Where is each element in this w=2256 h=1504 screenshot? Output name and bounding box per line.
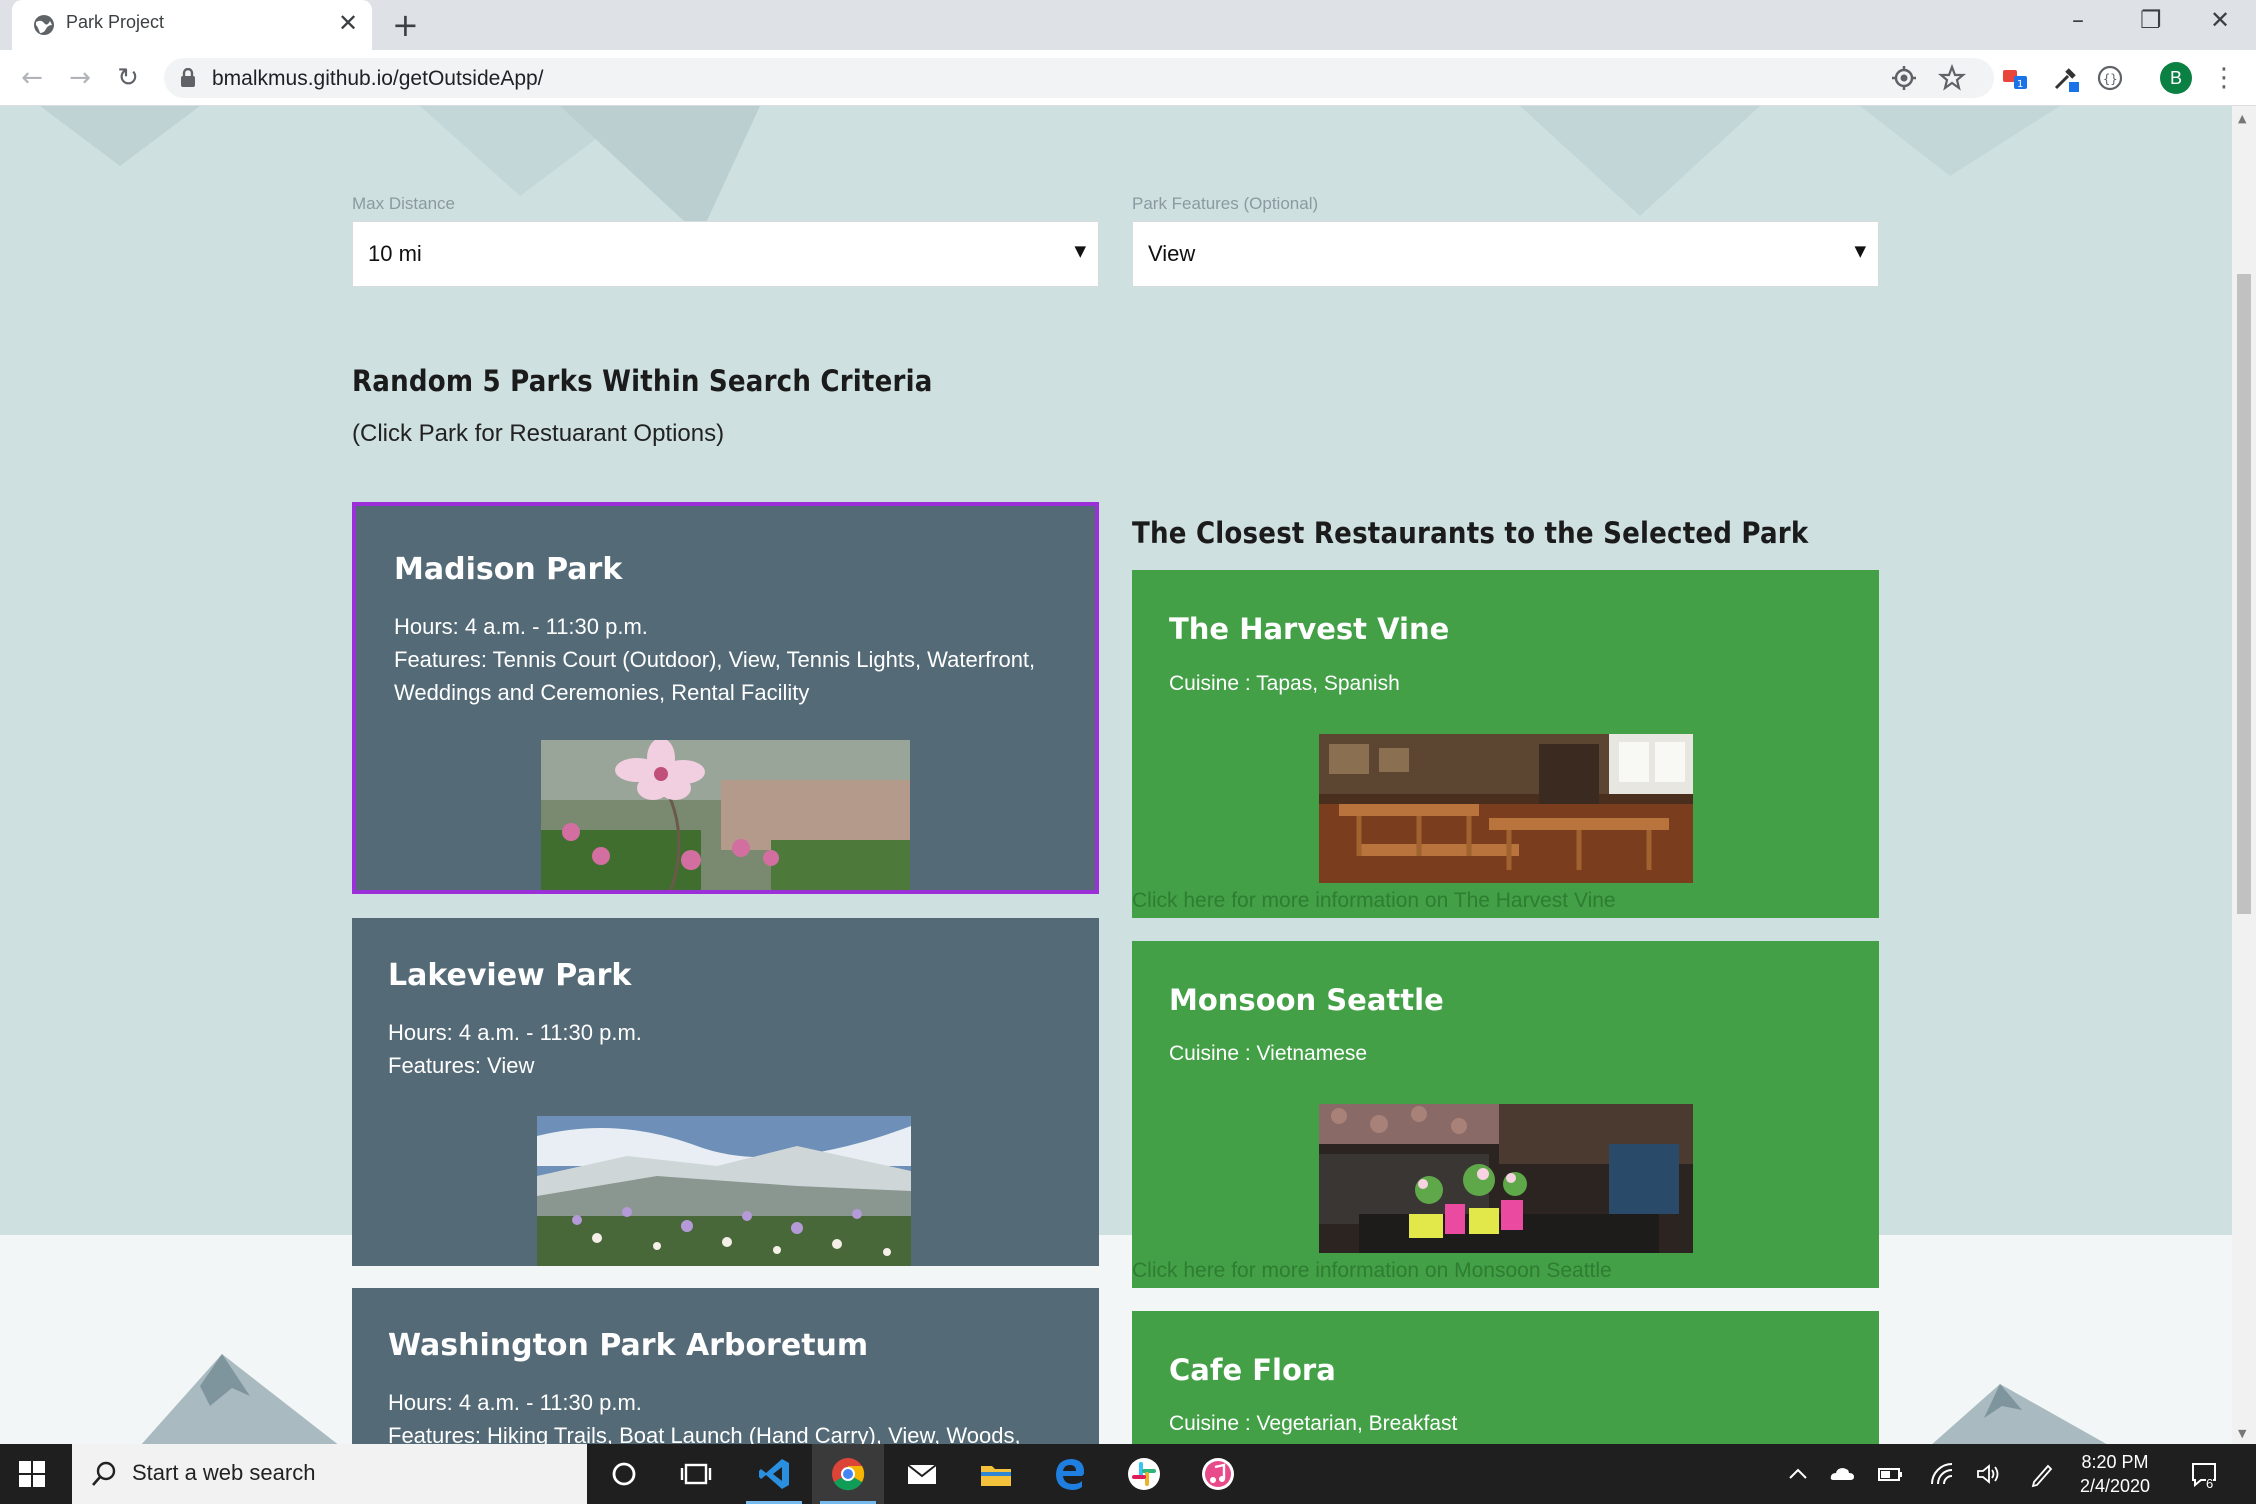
park-hours: Hours: 4 a.m. - 11:30 p.m. [388,1020,642,1045]
restaurant-photo [1319,734,1693,883]
page-content: Max Distance 10 mi ▼ Park Features (Opti… [0,106,2232,1444]
restaurant-name: Monsoon Seattle [1169,983,1444,1017]
back-icon[interactable]: ← [16,62,48,94]
max-distance-value: 10 mi [368,241,422,266]
mountain-backdrop-icon [40,106,2060,236]
taskbar-search[interactable]: Start a web search [72,1444,587,1504]
restaurant-photo [1319,1104,1693,1253]
restaurant-cuisine: Cuisine : Tapas, Spanish [1169,672,1400,695]
edge-icon[interactable] [1034,1444,1106,1504]
wifi-icon[interactable] [1928,1460,1956,1488]
onedrive-icon[interactable] [1828,1460,1856,1488]
max-distance-label: Max Distance [352,194,455,213]
park-hours: Hours: 4 a.m. - 11:30 p.m. [394,614,648,639]
cortana-icon[interactable] [588,1444,660,1504]
park-name: Madison Park [394,552,623,587]
park-photo [537,1116,911,1266]
itunes-icon[interactable] [1182,1444,1254,1504]
clock-time: 8:20 PM [2081,1452,2149,1472]
parks-heading: Random 5 Parks Within Search Criteria [352,364,933,398]
restaurants-heading: The Closest Restaurants to the Selected … [1132,516,1809,550]
mountain-right-icon [1932,1384,2107,1444]
battery-icon[interactable] [1876,1460,1904,1488]
close-tab-icon[interactable]: ✕ [338,9,358,37]
park-card-washington[interactable]: Washington Park Arboretum Hours: 4 a.m. … [352,1288,1099,1444]
park-features: Features: View [388,1053,535,1078]
chevron-down-icon: ▼ [1074,242,1086,260]
chevron-down-icon: ▼ [1854,242,1866,260]
globe-icon [34,15,54,35]
restaurant-card-monsoon: Monsoon Seattle Cuisine : Vietnamese Cli… [1132,941,1879,1288]
address-bar[interactable]: bmalkmus.github.io/getOutsideApp/ [164,58,1994,98]
file-explorer-icon[interactable] [960,1444,1032,1504]
restaurant-name: Cafe Flora [1169,1353,1336,1387]
restore-icon[interactable]: ❐ [2140,6,2162,34]
park-features: Features: Tennis Court (Outdoor), View, … [394,647,1036,705]
max-distance-select[interactable]: 10 mi ▼ [352,221,1099,287]
restaurant-cuisine: Cuisine : Vegetarian, Breakfast [1169,1412,1458,1435]
vscode-icon[interactable] [738,1444,810,1504]
restaurant-card-harvest-vine: The Harvest Vine Cuisine : Tapas, Spanis… [1132,570,1879,918]
notification-center-icon[interactable] [2190,1460,2218,1488]
chrome-icon[interactable] [812,1444,884,1504]
pen-icon[interactable] [2028,1460,2056,1488]
scroll-up-icon[interactable]: ▲ [2238,112,2246,125]
scroll-down-icon[interactable]: ▼ [2238,1427,2246,1440]
slack-icon[interactable] [1108,1444,1180,1504]
kebab-menu-icon[interactable]: ⋮ [2208,62,2240,94]
restaurant-link[interactable]: Click here for more information on Monso… [1132,1259,1612,1283]
restaurant-name: The Harvest Vine [1169,612,1450,646]
forward-icon[interactable]: → [64,62,96,94]
notification-count-badge: 6 [2206,1476,2214,1491]
minimize-icon[interactable]: – [2072,6,2084,34]
new-tab-icon[interactable]: + [392,6,419,44]
search-placeholder: Start a web search [132,1460,316,1485]
close-window-icon[interactable]: ✕ [2210,6,2230,34]
lock-icon [181,68,195,87]
tab-title: Park Project [66,12,165,32]
windows-start-icon[interactable] [18,1460,46,1488]
park-hours: Hours: 4 a.m. - 11:30 p.m. [388,1390,642,1415]
parks-subheading: (Click Park for Restuarant Options) [352,420,725,447]
clock-date: 2/4/2020 [2080,1476,2151,1496]
show-hidden-icons-chevron-icon[interactable] [1784,1460,1812,1488]
search-icon [92,1461,116,1486]
restaurant-card-cafe-flora: Cafe Flora Cuisine : Vegetarian, Breakfa… [1132,1311,1879,1444]
profile-avatar[interactable]: B [2160,62,2192,94]
park-name: Washington Park Arboretum [388,1328,869,1363]
park-features: Features: Hiking Trails, Boat Launch (Ha… [388,1423,1021,1444]
park-card-lakeview[interactable]: Lakeview Park Hours: 4 a.m. - 11:30 p.m.… [352,918,1099,1266]
park-features-value: View [1148,241,1196,266]
reload-icon[interactable]: ↻ [112,62,144,94]
browser-tab[interactable]: Park Project ✕ [12,0,372,50]
park-features-label: Park Features (Optional) [1132,194,1319,213]
task-view-icon[interactable] [660,1444,732,1504]
mail-icon[interactable] [886,1444,958,1504]
browser-toolbar: ← → ↻ bmalkmus.github.io/getOutsideApp/ … [0,50,2256,106]
park-name: Lakeview Park [388,958,632,993]
svg-text:{}: {} [2103,72,2117,86]
mountain-left-icon [141,1354,338,1444]
restaurant-link[interactable]: Click here for more information on The H… [1132,889,1616,913]
volume-icon[interactable] [1974,1460,2002,1488]
park-card-madison[interactable]: Madison Park Hours: 4 a.m. - 11:30 p.m. … [352,502,1099,894]
taskbar-clock[interactable]: 8:20 PM 2/4/2020 [2080,1450,2150,1498]
page-scrollbar[interactable]: ▲ ▼ [2232,106,2256,1444]
browser-tabstrip: Park Project ✕ + – ❐ ✕ [0,0,2256,50]
location-icon[interactable] [1888,62,1920,94]
park-photo [541,740,910,890]
restaurant-cuisine: Cuisine : Vietnamese [1169,1042,1368,1065]
extension-icon[interactable]: 1 [2000,62,2032,94]
scroll-thumb[interactable] [2237,274,2251,914]
svg-text:1: 1 [2017,79,2023,90]
devtools-icon[interactable]: {} [2094,62,2126,94]
bookmark-star-icon[interactable] [1936,62,1968,94]
eyedropper-icon[interactable] [2050,62,2082,94]
park-features-select[interactable]: View ▼ [1132,221,1879,287]
windows-taskbar: Start a web search 8:20 PM 2/4/2020 6 [0,1444,2256,1504]
url-text: bmalkmus.github.io/getOutsideApp/ [212,67,544,90]
